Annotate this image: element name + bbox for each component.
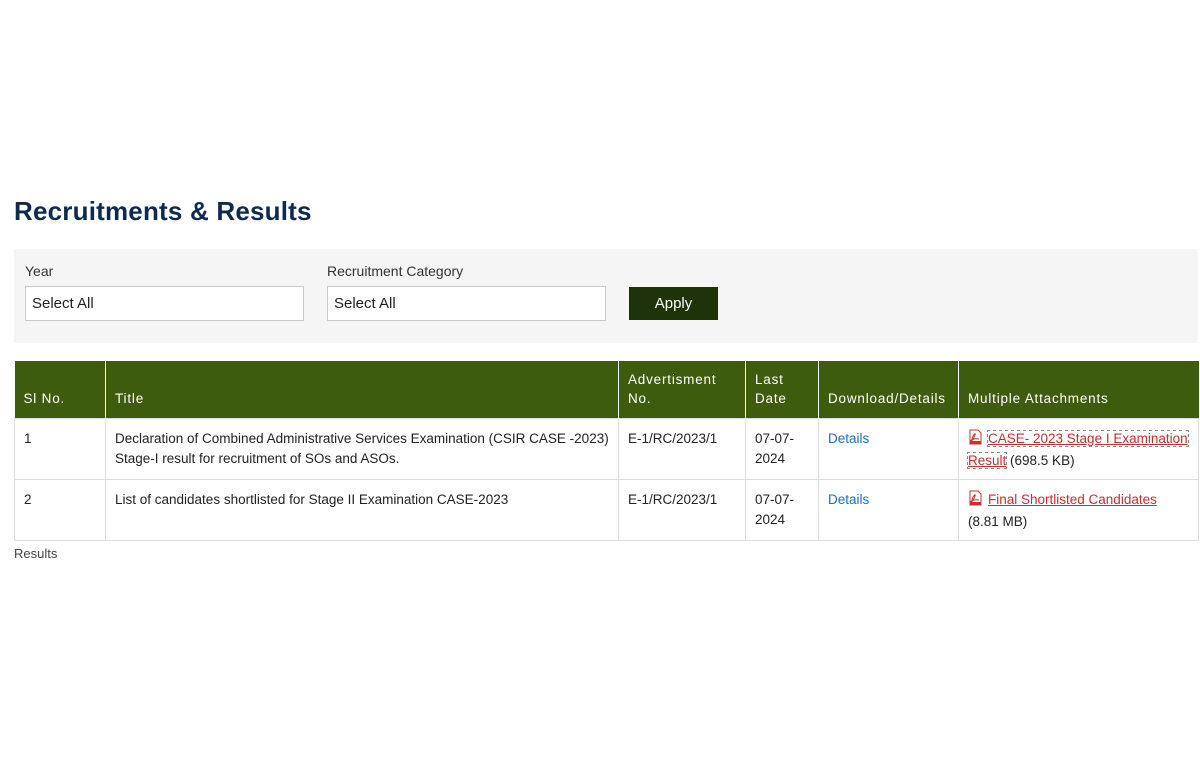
cell-adv-no: E-1/RC/2023/1: [618, 478, 746, 541]
filter-bar: Year Select All Recruitment Category Sel…: [14, 249, 1198, 343]
pdf-icon: [968, 490, 983, 512]
column-header-download: Download/Details: [818, 361, 959, 418]
cell-adv-no: E-1/RC/2023/1: [618, 417, 746, 480]
column-header-attachments: Multiple Attachments: [958, 361, 1199, 418]
cell-last-date: 07-07-2024: [745, 478, 819, 541]
category-label: Recruitment Category: [327, 263, 464, 279]
table-row: 1 Declaration of Combined Administrative…: [14, 417, 1199, 480]
column-header-title: Title: [105, 361, 619, 418]
page-title: Recruitments & Results: [14, 196, 312, 226]
cell-sl-no: 2: [14, 478, 106, 541]
year-select[interactable]: Select All: [25, 286, 304, 321]
details-link[interactable]: Details: [828, 492, 869, 507]
column-header-sl-no: Sl No.: [14, 361, 106, 418]
cell-last-date: 07-07-2024: [745, 417, 819, 480]
cell-download: Details: [818, 417, 959, 480]
cell-sl-no: 1: [14, 417, 106, 480]
cell-attachments: Final Shortlisted Candidates (8.81 MB): [958, 478, 1199, 541]
category-filter-group: Recruitment Category Select All: [327, 263, 606, 321]
year-label: Year: [25, 263, 54, 279]
year-filter-group: Year Select All: [25, 263, 304, 321]
pdf-icon: [968, 429, 983, 451]
results-footer: Results: [14, 546, 58, 561]
column-header-last-date: Last Date: [745, 361, 819, 418]
cell-title: List of candidates shortlisted for Stage…: [105, 478, 619, 541]
category-select[interactable]: Select All: [327, 286, 606, 321]
results-table: Sl No. Title Advertisment No. Last Date …: [14, 361, 1199, 541]
cell-title: Declaration of Combined Administrative S…: [105, 417, 619, 480]
cell-download: Details: [818, 478, 959, 541]
apply-button[interactable]: Apply: [629, 287, 718, 320]
details-link[interactable]: Details: [828, 431, 869, 446]
attachment-link[interactable]: Final Shortlisted Candidates: [988, 492, 1157, 507]
table-header-row: Sl No. Title Advertisment No. Last Date …: [14, 361, 1199, 418]
attachment-size: (8.81 MB): [968, 513, 1028, 529]
cell-attachments: CASE- 2023 Stage I Examination Result (6…: [958, 417, 1199, 480]
attachment-size: (698.5 KB): [1010, 452, 1075, 468]
attachment-link[interactable]: CASE- 2023 Stage I Examination Result: [967, 429, 1189, 469]
column-header-adv-no: Advertisment No.: [618, 361, 746, 418]
table-row: 2 List of candidates shortlisted for Sta…: [14, 478, 1199, 541]
